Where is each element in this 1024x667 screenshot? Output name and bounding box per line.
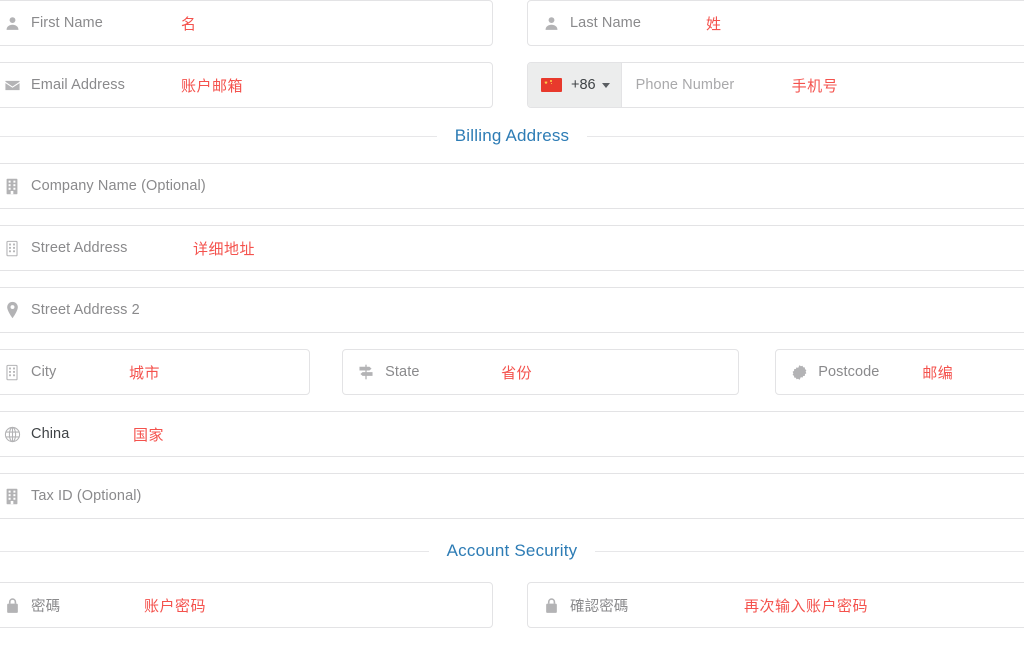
signpost-icon [357, 363, 375, 381]
billing-address-divider: Billing Address [0, 126, 1024, 146]
street-address-2-row: Street Address 2 [0, 287, 1024, 333]
divider-line-left [0, 550, 429, 552]
last-name-annotation: 姓 [706, 15, 722, 33]
building-icon [3, 363, 21, 381]
first-name-annotation: 名 [181, 15, 197, 33]
name-row: First Name 名 Last Name 姓 [0, 0, 1024, 46]
gear-icon [790, 363, 808, 381]
user-icon [542, 14, 560, 32]
password-row: 密碼 账户密码 確認密碼 再次输入账户密码 [0, 582, 1024, 628]
company-name-field[interactable]: Company Name (Optional) [0, 163, 1024, 209]
phone-number-input[interactable]: Phone Number 手机号 [622, 63, 1024, 107]
divider-line-right [587, 135, 1024, 137]
phone-number-field[interactable]: +86 Phone Number 手机号 [527, 62, 1024, 108]
row-gap [0, 395, 1024, 411]
city-placeholder: City [31, 364, 57, 380]
postcode-placeholder: Postcode [818, 364, 880, 380]
divider-line-right [595, 550, 1024, 552]
building-icon [3, 487, 21, 505]
building-icon [3, 239, 21, 257]
email-address-annotation: 账户邮箱 [181, 77, 244, 95]
column-gap [493, 582, 527, 628]
row-gap [0, 209, 1024, 225]
confirm-password-annotation: 再次输入账户密码 [744, 597, 869, 615]
confirm-password-placeholder: 確認密碼 [570, 598, 629, 615]
first-name-placeholder: First Name [31, 15, 103, 31]
china-flag-icon [541, 78, 562, 92]
email-address-field[interactable]: Email Address 账户邮箱 [0, 62, 493, 108]
lock-icon [542, 596, 560, 614]
country-select-field[interactable]: China 国家 [0, 411, 1024, 457]
street-address-2-field[interactable]: Street Address 2 [0, 287, 1024, 333]
company-name-placeholder: Company Name (Optional) [31, 178, 206, 194]
company-name-row: Company Name (Optional) [0, 163, 1024, 209]
contact-row: Email Address 账户邮箱 +86 Phone Number 手机号 [0, 62, 1024, 108]
country-dial-code-selector[interactable]: +86 [528, 63, 622, 107]
last-name-placeholder: Last Name [570, 15, 642, 31]
first-name-field[interactable]: First Name 名 [0, 0, 493, 46]
phone-number-annotation: 手机号 [791, 77, 839, 95]
divider-line-left [0, 135, 437, 137]
row-gap [0, 46, 1024, 62]
column-gap [739, 349, 775, 395]
country-annotation: 国家 [133, 426, 165, 444]
chevron-down-icon [601, 82, 610, 88]
envelope-icon [3, 76, 21, 94]
confirm-password-field[interactable]: 確認密碼 再次输入账户密码 [527, 582, 1024, 628]
city-annotation: 城市 [129, 364, 161, 382]
street-address-row: Street Address 详细地址 [0, 225, 1024, 271]
street-address-annotation: 详细地址 [193, 240, 256, 258]
row-gap [0, 457, 1024, 473]
account-security-divider: Account Security [0, 541, 1024, 561]
row-gap [0, 333, 1024, 349]
billing-address-label: Billing Address [454, 126, 570, 145]
password-annotation: 账户密码 [144, 597, 207, 615]
globe-icon [3, 425, 21, 443]
building-icon [3, 177, 21, 195]
security-divider-wrap: Account Security [0, 519, 1024, 582]
column-gap [310, 349, 342, 395]
phone-number-placeholder: Phone Number [635, 77, 735, 93]
postcode-field[interactable]: Postcode 邮编 [775, 349, 1024, 395]
postcode-annotation: 邮编 [922, 364, 954, 382]
tax-id-placeholder: Tax ID (Optional) [31, 488, 142, 504]
row-gap [0, 271, 1024, 287]
billing-divider-wrap: Billing Address [0, 108, 1024, 163]
password-placeholder: 密碼 [31, 598, 61, 615]
user-icon [3, 14, 21, 32]
street-address-2-placeholder: Street Address 2 [31, 302, 140, 318]
password-field[interactable]: 密碼 账户密码 [0, 582, 493, 628]
dial-code-label: +86 [571, 77, 596, 93]
state-annotation: 省份 [501, 364, 533, 382]
tax-id-field[interactable]: Tax ID (Optional) [0, 473, 1024, 519]
street-address-field[interactable]: Street Address 详细地址 [0, 225, 1024, 271]
city-state-postcode-row: City 城市 State 省份 Postcode 邮编 [0, 349, 1024, 395]
street-address-placeholder: Street Address [31, 240, 128, 256]
state-field[interactable]: State 省份 [342, 349, 740, 395]
registration-form: First Name 名 Last Name 姓 Email Address 账… [0, 0, 1024, 628]
account-security-label: Account Security [446, 541, 578, 560]
map-pin-icon [3, 301, 21, 319]
country-row: China 国家 [0, 411, 1024, 457]
city-field[interactable]: City 城市 [0, 349, 311, 395]
last-name-field[interactable]: Last Name 姓 [527, 0, 1024, 46]
tax-id-row: Tax ID (Optional) [0, 473, 1024, 519]
country-value: China [31, 426, 70, 442]
column-gap [493, 0, 527, 46]
email-address-placeholder: Email Address [31, 77, 125, 93]
lock-icon [3, 596, 21, 614]
column-gap [493, 62, 527, 108]
state-placeholder: State [385, 364, 420, 380]
